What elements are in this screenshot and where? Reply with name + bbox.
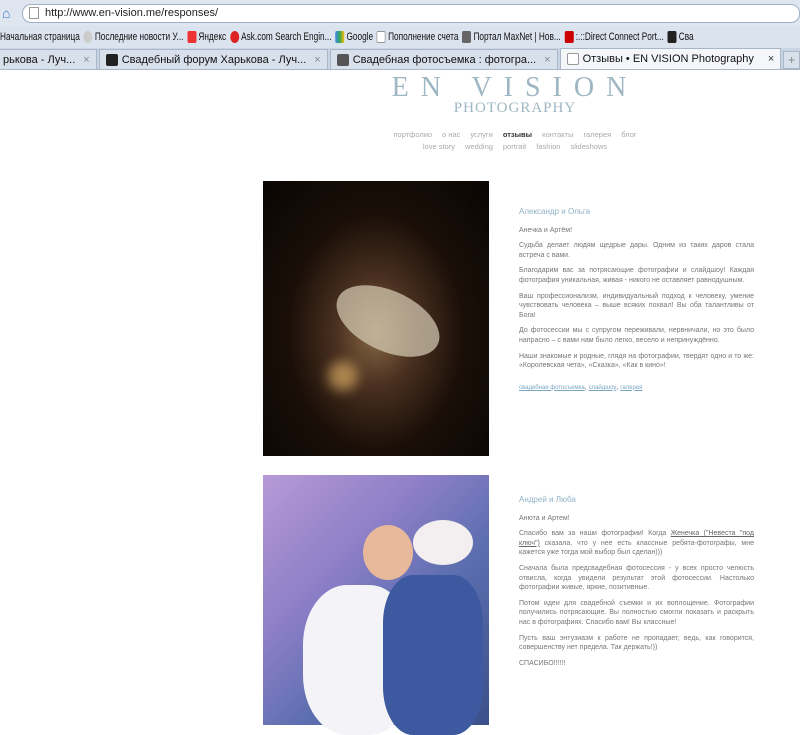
nav-services[interactable]: услуги: [470, 130, 492, 139]
bookmark-label: Пополнение счета: [388, 31, 459, 43]
photo-figure: [363, 525, 413, 580]
nav-slideshows[interactable]: slideshows: [570, 142, 607, 151]
nav-love-story[interactable]: love story: [423, 142, 455, 151]
photo-figure: [383, 575, 483, 735]
nav-gallery[interactable]: галерея: [583, 130, 611, 139]
tab[interactable]: Свадебный форум Харькова - Луч... ×: [98, 49, 328, 69]
yandex-icon: [187, 31, 197, 43]
review-paragraph: Потом идеи для свадебной съемки и их воп…: [519, 599, 754, 626]
photo-figure: [325, 270, 451, 372]
tab-bar: рькова - Луч... × Свадебный форум Харьков…: [0, 48, 800, 70]
tab-active[interactable]: Отзывы • EN VISION Photography ×: [559, 48, 782, 69]
home-icon[interactable]: ⌂: [2, 6, 16, 20]
hammer-sickle-icon: [564, 31, 574, 43]
nav-wedding[interactable]: wedding: [465, 142, 493, 151]
review-author: Александр и Ольга: [519, 207, 591, 216]
page-icon: [376, 31, 386, 43]
bookmark-label: Начальная страница: [0, 31, 80, 43]
close-icon[interactable]: ×: [768, 53, 774, 65]
spy-icon: [105, 53, 118, 66]
review-photo: [263, 475, 489, 735]
review-paragraph: Пусть ваш энтузиазм к работе не пропадае…: [519, 634, 754, 652]
review-photo: [263, 181, 489, 456]
bookmarks-bar: Начальная страница Последние новости У..…: [0, 26, 788, 48]
new-tab-button[interactable]: +: [783, 51, 800, 69]
bookmark-label: Последние новости У...: [94, 31, 184, 43]
close-icon[interactable]: ×: [544, 54, 550, 66]
review-paragraph: СПАСИБО!!!!!!: [519, 659, 566, 667]
nav-blog[interactable]: блог: [621, 130, 636, 139]
bookmark[interactable]: Google: [335, 31, 373, 43]
bookmark-label: Ask.com Search Engin...: [241, 31, 332, 43]
main-nav: портфолио о нас услуги отзывы контакты галере…: [0, 130, 800, 139]
text: сказала, что у нее есть классные ребята-…: [519, 539, 754, 557]
review-paragraph: Благодарим вас за потрясающие фотографии…: [519, 267, 754, 284]
review-paragraph: Наши знакомые и родные, глядя на фотогра…: [519, 352, 754, 370]
nav-contacts[interactable]: контакты: [542, 130, 573, 139]
bookmark[interactable]: Яндекс: [187, 31, 226, 43]
bookmark-label: Google: [346, 31, 374, 43]
bookmark-label: :.::Direct Connect Port...: [575, 31, 664, 43]
review-paragraph: Анюта и Артем!: [519, 514, 570, 522]
bookmark-icon: [83, 31, 93, 43]
nav-portrait[interactable]: portrait: [503, 142, 526, 151]
maxnet-icon: [462, 31, 472, 43]
bookmark[interactable]: :.::Direct Connect Port...: [564, 31, 664, 43]
tag-link[interactable]: свадебная фотосъемка: [519, 385, 585, 391]
tab-label: рькова - Луч...: [3, 53, 76, 66]
photo-light: [328, 361, 358, 391]
page-content: EN VISION PHOTOGRAPHY портфолио о нас услу…: [0, 70, 800, 735]
google-icon: [335, 31, 345, 43]
page-icon: [566, 53, 579, 65]
review-paragraph: До фотосессии мы с супругом переживали, …: [519, 327, 754, 344]
ask-icon: [229, 31, 239, 43]
site-icon: [336, 53, 349, 66]
review-paragraph: Судьба делает людям щедрые дары. Одним и…: [519, 242, 754, 259]
review-paragraph: Ваш профессионализм, индивидуальный подх…: [519, 292, 754, 319]
bookmarks-bar-background: Начальная страница Последние новости У..…: [0, 26, 800, 48]
close-icon[interactable]: ×: [83, 54, 89, 66]
nav-responses[interactable]: отзывы: [503, 130, 532, 139]
bookmark[interactable]: Сва: [667, 31, 694, 43]
bookmark-label: Сва: [678, 31, 694, 43]
spy-icon: [667, 31, 677, 43]
site-logo-subtitle: PHOTOGRAPHY: [453, 100, 577, 116]
tab-label: Свадебный форум Харькова - Луч...: [121, 53, 307, 66]
bookmark[interactable]: Пополнение счета: [376, 31, 459, 43]
address-bar-row: ⌂ http://www.en-vision.me/responses/: [0, 0, 800, 26]
bookmark[interactable]: Ask.com Search Engin...: [229, 31, 332, 43]
tab[interactable]: Свадебная фотосъемка : фотогра... ×: [329, 49, 558, 69]
sub-nav: love story wedding portrait fashion slidesho…: [0, 142, 800, 151]
nav-portfolio[interactable]: портфолио: [393, 130, 432, 139]
tab[interactable]: рькова - Луч... ×: [0, 49, 97, 69]
tab-label: Свадебная фотосъемка : фотогра...: [352, 53, 537, 66]
bookmark-label: Яндекс: [198, 31, 227, 43]
url-text: http://www.en-vision.me/responses/: [45, 7, 219, 19]
nav-fashion[interactable]: fashion: [536, 142, 560, 151]
review-text: Александр и Ольга Анечка и Артём! Судьба…: [519, 207, 754, 391]
bookmark[interactable]: Портал MaxNet | Нов...: [462, 31, 561, 43]
text: Спасибо вам за наши фотографии! Когда: [519, 530, 671, 538]
review-text: Андрей и Люба Анюта и Артем! Спасибо вам…: [519, 495, 754, 674]
bookmark[interactable]: Начальная страница: [0, 31, 80, 43]
close-icon[interactable]: ×: [314, 54, 320, 66]
tag-link[interactable]: галерея: [620, 385, 642, 391]
photo-bouquet: [413, 520, 473, 565]
review-paragraph: Спасибо вам за наши фотографии! Когда Же…: [519, 529, 754, 558]
bookmark-label: Портал MaxNet | Нов...: [473, 31, 561, 43]
url-input[interactable]: http://www.en-vision.me/responses/: [22, 3, 800, 23]
tag-link[interactable]: слайдшоу: [589, 385, 617, 391]
review-author: Андрей и Люба: [519, 495, 576, 504]
bookmark[interactable]: Последние новости У...: [83, 31, 184, 43]
tab-label: Отзывы • EN VISION Photography: [582, 53, 754, 65]
page-icon: [29, 7, 39, 19]
review-paragraph: Анечка и Артём!: [519, 226, 573, 234]
nav-about[interactable]: о нас: [442, 130, 460, 139]
review-paragraph: Сначала была предсвадебная фотосессия - …: [519, 564, 754, 592]
